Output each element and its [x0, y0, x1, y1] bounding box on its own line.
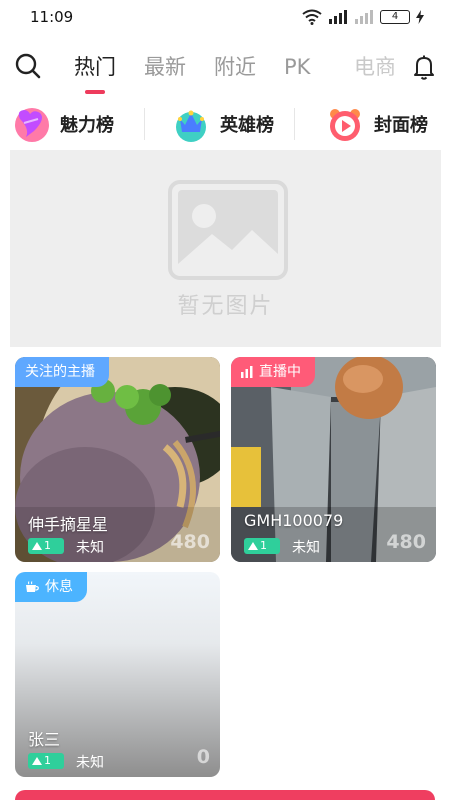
viewer-count: 480 [386, 531, 426, 553]
stream-card[interactable]: 直播中 GMH100079 1 未知 480 [231, 357, 436, 562]
heart-rank-icon [15, 108, 49, 142]
play-rank-icon [330, 109, 360, 141]
rank-hero[interactable]: 英雄榜 [144, 104, 300, 144]
level-value: 1 [260, 539, 267, 552]
signal-icon [329, 10, 347, 24]
top-nav: 热门 最新 附近 PK 电商 [0, 46, 450, 94]
rank-label: 封面榜 [374, 115, 428, 136]
battery-icon: 4 [380, 10, 410, 24]
viewer-count: 480 [170, 531, 210, 553]
streamer-location: 未知 [76, 540, 104, 556]
stream-card[interactable]: 休息 张三 1 未知 0 [15, 572, 220, 777]
search-icon[interactable] [14, 52, 42, 80]
rank-cover[interactable]: 封面榜 [294, 104, 450, 144]
tab-hot[interactable]: 热门 [74, 52, 144, 94]
stream-tag-text: 休息 [45, 579, 73, 595]
banner[interactable]: 暂无图片 [10, 150, 441, 347]
image-placeholder-icon [168, 180, 288, 280]
streamer-name: 伸手摘星星 [28, 515, 109, 534]
rank-label: 魅力榜 [60, 115, 114, 136]
banner-placeholder-text: 暂无图片 [177, 294, 274, 319]
tab-ecommerce[interactable]: 电商 [354, 52, 394, 86]
stream-tag: 关注的主播 [15, 357, 109, 387]
tab-pk[interactable]: PK [284, 52, 354, 86]
rank-charm[interactable]: 魅力榜 [0, 104, 150, 144]
wifi-icon [302, 9, 322, 25]
crown-rank-icon [176, 110, 206, 142]
bell-icon[interactable] [410, 53, 438, 81]
tab-latest[interactable]: 最新 [144, 52, 214, 86]
bottom-action-bar[interactable] [15, 790, 435, 800]
tab-nearby[interactable]: 附近 [214, 52, 284, 86]
tab-bar: 热门 最新 附近 PK 电商 [74, 52, 394, 94]
streamer-location: 未知 [292, 540, 320, 556]
status-icons: 4 [302, 9, 424, 25]
level-badge: 1 [244, 538, 280, 554]
viewer-count: 0 [196, 746, 210, 768]
rank-list: 魅力榜 英雄榜 封面榜 [0, 104, 450, 144]
live-bars-icon [241, 366, 253, 378]
level-value: 1 [44, 539, 51, 552]
level-value: 1 [44, 754, 51, 767]
streamer-name: 张三 [28, 730, 61, 749]
level-badge: 1 [28, 538, 64, 554]
status-time: 11:09 [30, 8, 74, 26]
rank-label: 英雄榜 [220, 115, 274, 136]
charging-icon [416, 10, 424, 24]
status-bar: 11:09 4 [0, 0, 450, 36]
stream-tag: 休息 [15, 572, 87, 602]
level-badge: 1 [28, 753, 64, 769]
signal-weak-icon [355, 10, 373, 24]
stream-card[interactable]: 关注的主播 伸手摘星星 1 未知 480 [15, 357, 220, 562]
coffee-cup-icon [26, 580, 39, 592]
stream-tag-text: 直播中 [259, 364, 301, 380]
stream-tag: 直播中 [231, 357, 315, 387]
streamer-name: GMH100079 [244, 511, 344, 530]
streamer-location: 未知 [76, 755, 104, 771]
